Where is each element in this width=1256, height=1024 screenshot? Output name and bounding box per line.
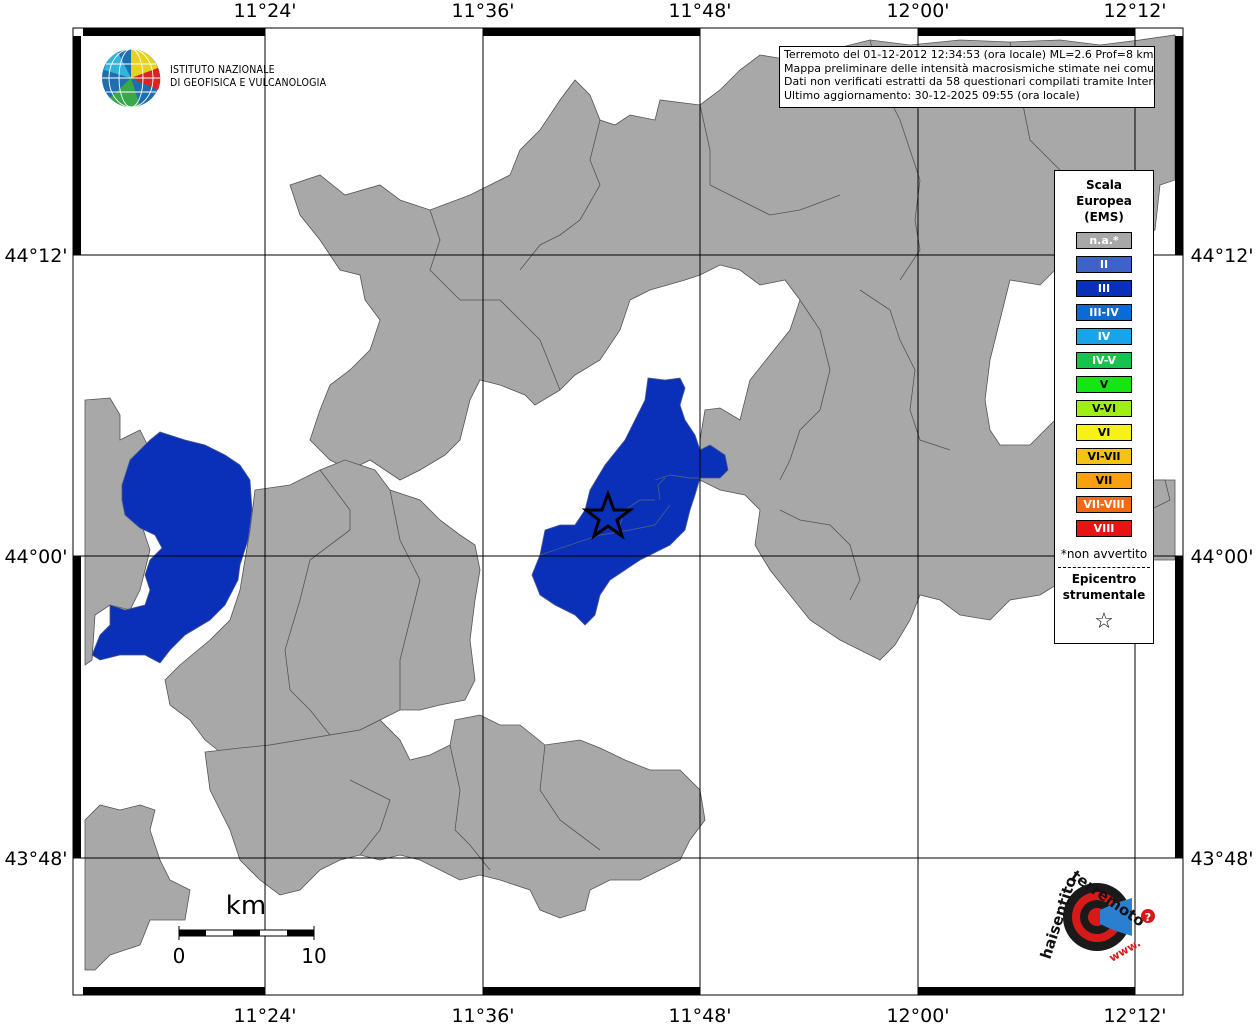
info-line: Dati non verificati estratti da 58 quest… — [784, 75, 1155, 88]
legend-swatch: IV-V — [1076, 352, 1132, 369]
lon-label: 11°48' — [668, 0, 731, 22]
scale-unit: km — [226, 891, 266, 921]
legend-swatch: III-IV — [1076, 304, 1132, 321]
lon-labels-bottom: 11°24' 11°36' 11°48' 12°00' 12°12' — [233, 1005, 1166, 1024]
legend-swatches: n.a.* II III III-IV IV IV-V V V-VI VI VI-VII VII VI… — [1055, 232, 1153, 537]
legend-epicenter-label: Epicentro strumentale — [1055, 571, 1153, 603]
lat-label: 43°48' — [1190, 848, 1253, 870]
institute-line2: DI GEOFISICA E VULCANOLOGIA — [170, 77, 327, 89]
lon-label: 11°48' — [668, 1005, 731, 1024]
lat-label: 44°12' — [4, 245, 67, 267]
legend-divider — [1058, 567, 1150, 568]
lat-label: 44°00' — [1190, 546, 1253, 568]
legend-swatch: n.a.* — [1076, 232, 1132, 249]
legend-epicenter-line: Epicentro — [1071, 572, 1137, 586]
legend-swatch: V-VI — [1076, 400, 1132, 417]
legend-title-line: Europea — [1076, 194, 1132, 208]
legend-swatch: III — [1076, 280, 1132, 297]
lat-labels-left: 44°12' 44°00' 43°48' — [4, 245, 67, 870]
lat-labels-right: 44°12' 44°00' 43°48' — [1190, 245, 1253, 870]
lon-labels-top: 11°24' 11°36' 11°48' 12°00' 12°12' — [233, 0, 1166, 22]
info-line: Terremoto del 01-12-2012 12:34:53 (ora l… — [784, 48, 1154, 61]
lon-label: 12°12' — [1103, 1005, 1166, 1024]
lon-label: 11°36' — [451, 0, 514, 22]
legend-swatch: IV — [1076, 328, 1132, 345]
lon-label: 11°24' — [233, 1005, 296, 1024]
legend-swatch: V — [1076, 376, 1132, 393]
legend-title: Scala Europea (EMS) — [1055, 177, 1153, 225]
legend-swatch: II — [1076, 256, 1132, 273]
lon-label: 11°36' — [451, 1005, 514, 1024]
legend-swatch: VI — [1076, 424, 1132, 441]
legend-epicenter-line: strumentale — [1062, 588, 1146, 602]
institute-name: ISTITUTO NAZIONALE DI GEOFISICA E VULCAN… — [170, 64, 326, 90]
legend-note: *non avvertito — [1060, 547, 1148, 561]
svg-text:?: ? — [1145, 911, 1151, 924]
lat-label: 44°12' — [1190, 245, 1253, 267]
legend-swatch: VII-VIII — [1076, 496, 1132, 513]
ingv-globe-icon — [102, 48, 161, 108]
ems-legend: Scala Europea (EMS) n.a.* II III III-IV IV IV… — [1054, 170, 1154, 644]
lon-label: 12°00' — [886, 1005, 949, 1024]
lat-label: 43°48' — [4, 848, 67, 870]
legend-title-line: (EMS) — [1084, 210, 1124, 224]
lon-label: 11°24' — [233, 0, 296, 22]
info-line: Ultimo aggiornamento: 30-12-2025 09:55 (… — [784, 88, 1080, 102]
lat-label: 44°00' — [4, 546, 67, 568]
lon-label: 12°12' — [1103, 0, 1166, 22]
legend-title-line: Scala — [1085, 178, 1123, 192]
legend-swatch: VI-VII — [1076, 448, 1132, 465]
institute-line1: ISTITUTO NAZIONALE — [170, 64, 275, 76]
legend-swatch: VIII — [1076, 520, 1132, 537]
info-line: Mappa preliminare delle intensità macros… — [784, 61, 1155, 75]
lon-label: 12°00' — [886, 0, 949, 22]
scale-end: 10 — [301, 944, 326, 968]
legend-swatch: VII — [1076, 472, 1132, 489]
event-info-box: Terremoto del 01-12-2012 12:34:53 (ora l… — [779, 46, 1155, 108]
legend-star-icon: ☆ — [1094, 609, 1114, 634]
haisentito-logo-icon[interactable]: haisentito terremoto ? www. — [1037, 858, 1155, 965]
scale-start: 0 — [173, 944, 186, 968]
scale-bar: km 0 10 — [173, 891, 327, 968]
